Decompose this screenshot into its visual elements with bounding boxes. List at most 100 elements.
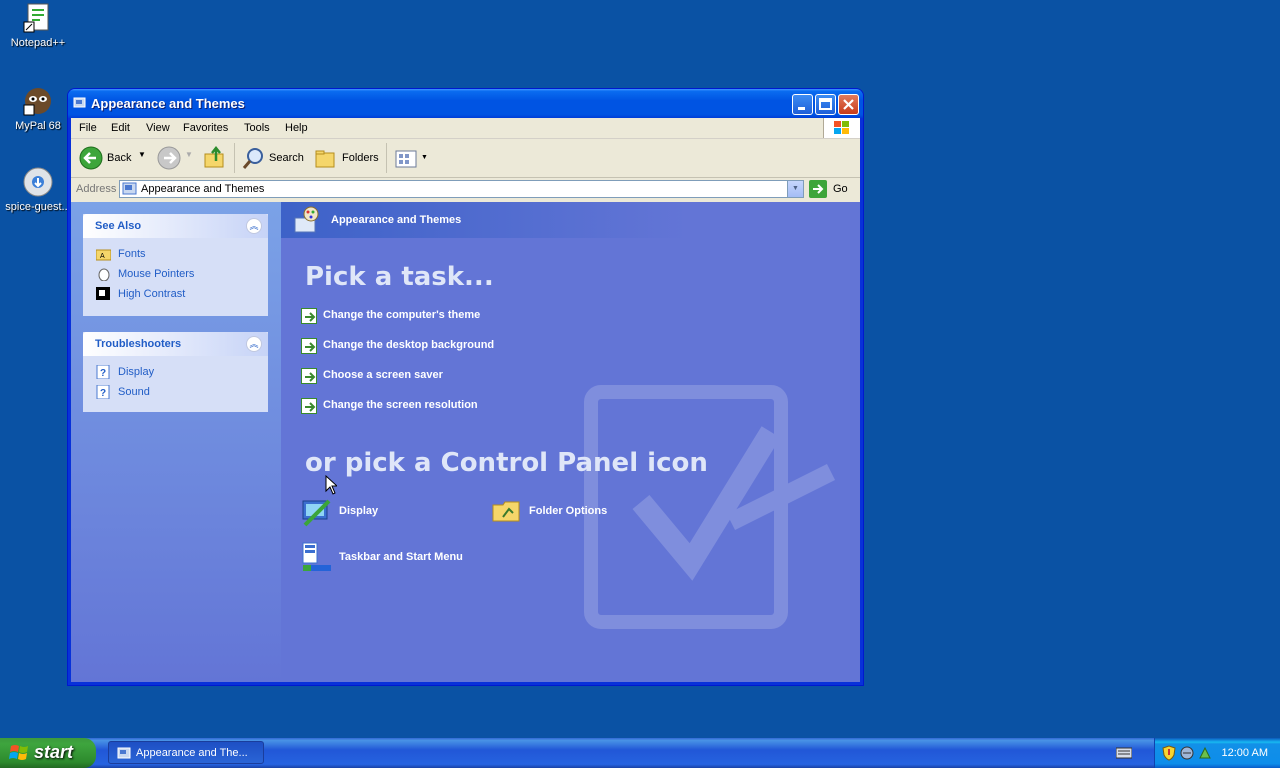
folder-options-icon <box>492 501 520 522</box>
network-icon[interactable] <box>1180 746 1194 760</box>
see-also-panel: See Also ︽ A Fonts Mouse Pointers High C… <box>83 214 268 316</box>
desktop-icon-label: MyPal 68 <box>15 120 61 132</box>
svg-text:?: ? <box>100 388 106 399</box>
back-dropdown-icon[interactable]: ▼ <box>138 150 146 159</box>
up-folder-icon <box>204 145 224 168</box>
toolbar-separator <box>386 143 387 173</box>
see-also-mouse-pointers[interactable]: Mouse Pointers <box>83 264 268 284</box>
menu-bar: File Edit View Favorites Tools Help <box>71 118 860 139</box>
views-icon <box>395 150 417 168</box>
troubleshooter-display-label: Display <box>118 366 155 378</box>
standard-toolbar: Back ▼ ▼ Search Folders ▼ <box>71 139 860 178</box>
menu-help[interactable]: Help <box>285 122 308 134</box>
chevron-down-icon: ▼ <box>792 185 799 192</box>
mouse-cursor-icon <box>325 475 337 495</box>
task-arrow-icon <box>301 398 317 414</box>
menu-edit[interactable]: Edit <box>111 122 130 134</box>
desktop-icon-mypal[interactable]: MyPal 68 <box>0 85 76 132</box>
folders-icon <box>315 150 335 168</box>
forward-button[interactable]: ▼ <box>155 145 195 171</box>
security-shield-icon[interactable] <box>1162 745 1176 761</box>
mypal-icon <box>22 85 54 117</box>
task-arrow-icon <box>301 308 317 324</box>
content-area: See Also ︽ A Fonts Mouse Pointers High C… <box>71 202 860 682</box>
toolbar-separator <box>234 143 235 173</box>
maximize-button[interactable] <box>815 94 836 115</box>
see-also-mouse-pointers-label: Mouse Pointers <box>118 268 195 280</box>
see-also-high-contrast-label: High Contrast <box>118 288 186 300</box>
cp-icon-taskbar-start-menu[interactable]: Taskbar and Start Menu <box>301 541 501 573</box>
svg-text:A: A <box>100 253 105 260</box>
update-icon[interactable] <box>1198 746 1212 760</box>
close-icon <box>843 99 854 110</box>
back-button[interactable]: Back ▼ <box>77 145 147 171</box>
collapse-icon[interactable]: ︽ <box>246 336 262 352</box>
see-also-high-contrast[interactable]: High Contrast <box>83 284 268 304</box>
menu-favorites[interactable]: Favorites <box>183 122 228 134</box>
keyboard-icon[interactable] <box>1115 747 1133 759</box>
troubleshooter-sound[interactable]: ? Sound <box>83 382 268 402</box>
control-panel-small-icon <box>117 747 131 759</box>
task-label: Change the computer's theme <box>323 309 481 321</box>
views-dropdown-icon[interactable]: ▼ <box>421 154 428 161</box>
cp-icon-label: Taskbar and Start Menu <box>339 551 463 563</box>
menu-tools[interactable]: Tools <box>244 122 270 134</box>
troubleshooters-title: Troubleshooters <box>95 338 182 350</box>
start-label: start <box>34 742 74 762</box>
address-input[interactable]: Appearance and Themes ▼ <box>119 180 804 198</box>
address-dropdown-button[interactable]: ▼ <box>787 181 803 197</box>
collapse-icon[interactable]: ︽ <box>246 218 262 234</box>
troubleshooters-header[interactable]: Troubleshooters ︽ <box>83 332 268 356</box>
address-label: Address <box>76 183 117 195</box>
control-panel-small-icon <box>122 182 137 195</box>
control-panel-window: Appearance and Themes File Edit View Fav… <box>68 89 863 685</box>
troubleshooter-display[interactable]: ? Display <box>83 362 268 382</box>
high-contrast-icon <box>96 287 110 300</box>
window-icon <box>73 96 86 109</box>
start-button[interactable]: start <box>0 738 96 768</box>
windows-flag-icon <box>9 745 28 760</box>
see-also-title: See Also <box>95 220 142 232</box>
desktop-icon-notepadpp[interactable]: Notepad++ <box>0 2 76 49</box>
go-arrow-icon <box>809 180 827 198</box>
views-button[interactable]: ▼ <box>393 145 431 171</box>
search-button[interactable]: Search <box>240 145 304 171</box>
cp-icon-folder-options[interactable]: Folder Options <box>491 495 631 527</box>
folders-button[interactable]: Folders <box>313 145 381 171</box>
back-label: Back <box>107 152 132 164</box>
title-bar[interactable]: Appearance and Themes <box>68 89 863 118</box>
cp-icon-display[interactable]: Display <box>301 495 421 527</box>
system-tray: 12:00 AM <box>1154 738 1280 768</box>
address-value: Appearance and Themes <box>141 183 265 195</box>
minimize-button[interactable] <box>792 94 813 115</box>
task-pane: See Also ︽ A Fonts Mouse Pointers High C… <box>71 202 281 682</box>
close-button[interactable] <box>838 94 859 115</box>
svg-text:?: ? <box>100 368 106 379</box>
troubleshooter-sound-label: Sound <box>118 386 150 398</box>
appearance-themes-icon <box>294 206 319 233</box>
task-arrow-icon <box>301 368 317 384</box>
go-button[interactable]: Go <box>809 180 854 199</box>
back-arrow-icon <box>79 146 103 170</box>
display-icon <box>302 499 331 527</box>
up-folder-button[interactable] <box>203 145 229 171</box>
forward-dropdown-icon[interactable]: ▼ <box>185 150 193 159</box>
menu-file[interactable]: File <box>79 122 97 134</box>
main-pane: Appearance and Themes Pick a task... Cha… <box>281 202 860 682</box>
see-also-fonts[interactable]: A Fonts <box>83 244 268 264</box>
forward-arrow-icon <box>157 146 181 170</box>
category-header: Appearance and Themes <box>281 202 860 238</box>
task-arrow-icon <box>301 338 317 354</box>
task-label: Choose a screen saver <box>323 369 443 381</box>
taskbar-window-button[interactable]: Appearance and The... <box>108 741 264 764</box>
desktop-icon-spice-guest[interactable]: spice-guest... <box>0 166 76 213</box>
window-body: File Edit View Favorites Tools Help Back… <box>71 118 860 682</box>
menu-view[interactable]: View <box>146 122 170 134</box>
mouse-icon <box>98 268 110 281</box>
cp-icon-label: Folder Options <box>529 505 608 517</box>
minimize-icon <box>798 107 805 110</box>
search-label: Search <box>269 152 304 164</box>
taskbar: start Appearance and The... 12:00 AM <box>0 738 1280 768</box>
pick-task-heading: Pick a task... <box>305 262 494 292</box>
see-also-header[interactable]: See Also ︽ <box>83 214 268 238</box>
